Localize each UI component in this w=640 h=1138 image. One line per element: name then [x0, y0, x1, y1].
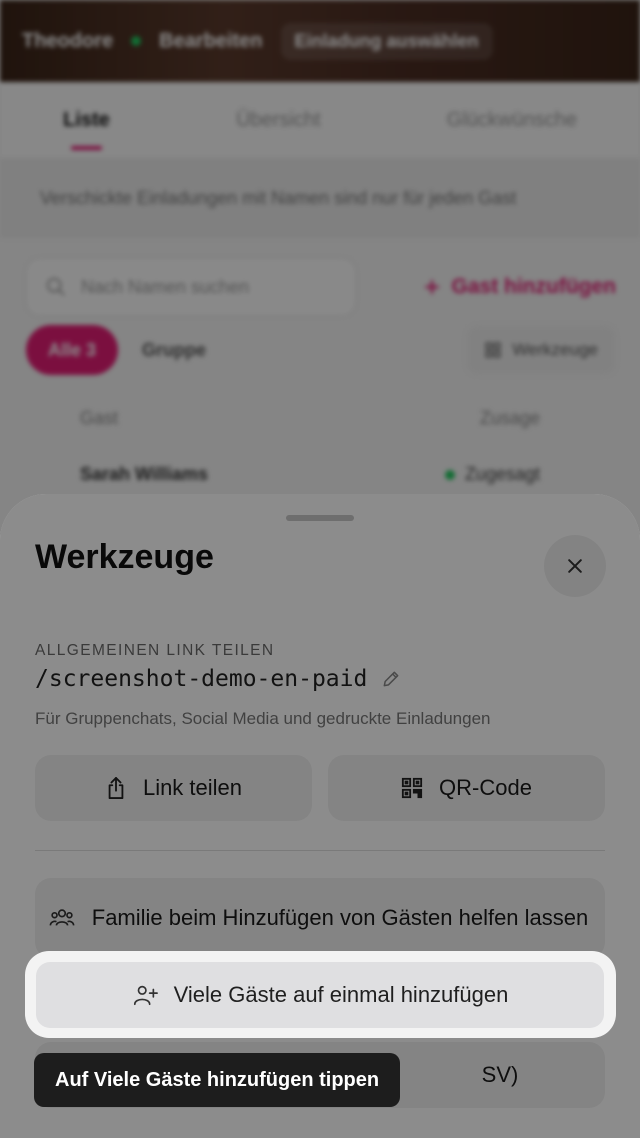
share-buttons-row: Link teilen QR-Code [35, 755, 605, 821]
bulk-add-label: Viele Gäste auf einmal hinzufügen [173, 982, 509, 1007]
family-help-label: Familie beim Hinzufügen von Gästen helfe… [91, 905, 589, 930]
csv-import-label: SV) [481, 1062, 519, 1087]
sheet-title: Werkzeuge [35, 538, 214, 576]
bulk-add-guests-button[interactable]: Viele Gäste auf einmal hinzufügen [36, 962, 604, 1028]
people-icon [35, 907, 89, 929]
link-path-text: /screenshot-demo-en-paid [35, 666, 368, 692]
divider [35, 850, 605, 851]
link-description: Für Gruppenchats, Social Media und gedru… [35, 709, 491, 728]
close-button[interactable] [544, 535, 606, 597]
sheet-drag-handle[interactable] [286, 515, 354, 521]
add-user-icon [132, 983, 158, 1007]
tutorial-tooltip: Auf Viele Gäste hinzufügen tippen [34, 1053, 401, 1107]
family-help-button[interactable]: Familie beim Hinzufügen von Gästen helfe… [35, 878, 605, 958]
close-icon [565, 556, 585, 576]
share-link-label: Link teilen [142, 775, 243, 800]
qr-code-button[interactable]: QR-Code [328, 755, 605, 821]
tools-sheet: Werkzeuge ALLGEMEINEN LINK TEILEN /scree… [0, 494, 640, 1138]
share-link-button[interactable]: Link teilen [35, 755, 312, 821]
qr-code-label: QR-Code [439, 775, 532, 800]
share-section-label: ALLGEMEINEN LINK TEILEN [35, 642, 275, 659]
tooltip-text: Auf Viele Gäste hinzufügen tippen [55, 1068, 380, 1091]
share-link-path: /screenshot-demo-en-paid [35, 666, 401, 692]
qr-code-icon [401, 777, 423, 799]
share-icon [105, 776, 127, 800]
pencil-icon[interactable] [381, 669, 401, 689]
